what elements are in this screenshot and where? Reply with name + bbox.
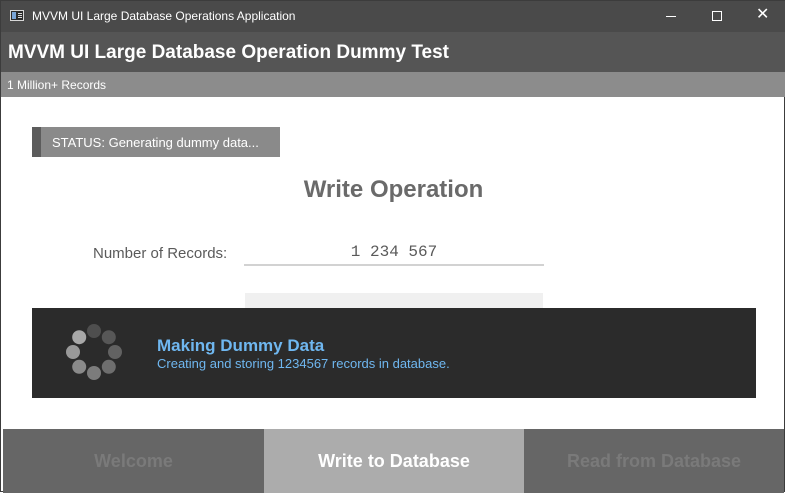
operation-title: Write Operation [303,176,484,203]
nav-write-button[interactable]: Write to Database [264,429,524,493]
maximize-button[interactable] [694,1,740,32]
app-icon [10,10,24,21]
start-write-button[interactable] [245,293,543,309]
sub-header: 1 Million+ Records [1,72,785,97]
records-value: 1 234 567 [350,243,438,261]
minimize-icon [666,16,676,17]
app-window: MVVM UI Large Database Operations Applic… [0,0,785,493]
records-label: Number of Records: [93,245,228,262]
close-icon: ✕ [756,6,770,23]
header-title: MVVM UI Large Database Operation Dummy T… [8,42,449,63]
status-text: STATUS: Generating dummy data... [52,135,259,150]
nav-read-button[interactable]: Read from Database [524,429,784,493]
loading-spinner-icon [66,324,122,380]
sub-header-text: 1 Million+ Records [7,78,107,92]
title-bar[interactable]: MVVM UI Large Database Operations Applic… [1,1,785,32]
overlay-subtitle: Creating and storing 1234567 records in … [157,356,450,371]
progress-overlay: Making Dummy Data Creating and storing 1… [32,308,756,398]
maximize-icon [712,11,722,21]
status-bar: STATUS: Generating dummy data... [32,127,280,157]
window-title: MVVM UI Large Database Operations Applic… [32,9,296,23]
nav-welcome-button[interactable]: Welcome [3,429,264,493]
close-button[interactable]: ✕ [740,1,785,32]
app-header: MVVM UI Large Database Operation Dummy T… [1,32,785,72]
overlay-title: Making Dummy Data [157,336,325,355]
minimize-button[interactable] [648,1,694,32]
records-input[interactable]: 1 234 567 [244,238,544,266]
